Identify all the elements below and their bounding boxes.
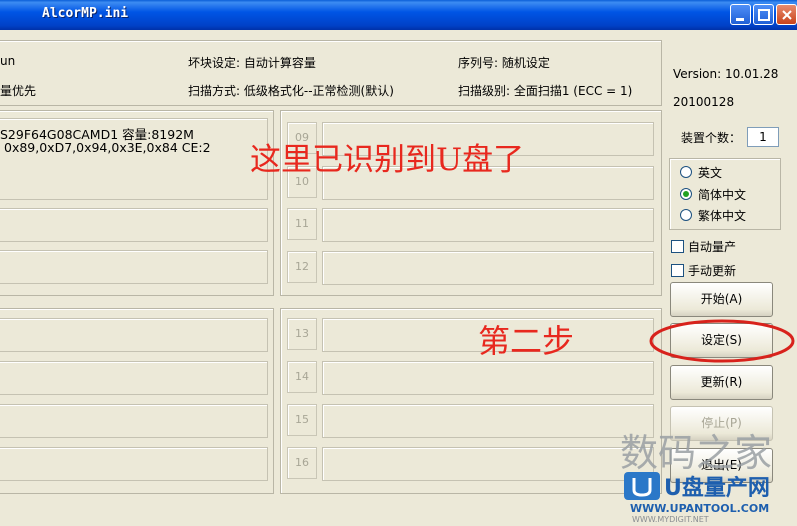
- radio-traditional-chinese[interactable]: [680, 209, 692, 221]
- port-14-field: [322, 361, 654, 395]
- scan-method: 扫描方式: 低级格式化--正常检测(默认): [188, 84, 394, 98]
- update-button[interactable]: 更新(R): [670, 365, 773, 400]
- close-icon: [782, 10, 792, 20]
- manual-update-label: 手动更新: [688, 264, 737, 278]
- serial-setting: 序列号: 随机设定: [458, 56, 550, 70]
- minimize-button[interactable]: [730, 4, 751, 25]
- port-16-field: [322, 447, 654, 481]
- version-date: 20100128: [673, 95, 735, 109]
- slot-3-field: [0, 250, 268, 284]
- window-title: AlcorMP.ini: [42, 6, 129, 21]
- slot-5-field: [0, 318, 268, 352]
- port-button-12[interactable]: 12: [287, 251, 317, 283]
- scan-level: 扫描级别: 全面扫描1 (ECC = 1): [458, 84, 633, 98]
- lang-simplified-label: 简体中文: [698, 188, 747, 202]
- port-11-field: [322, 208, 654, 242]
- info-left-bottom: 量优先: [0, 84, 37, 98]
- port-button-13[interactable]: 13: [287, 318, 317, 350]
- maximize-button[interactable]: [753, 4, 774, 25]
- close-button[interactable]: [776, 4, 797, 25]
- highlight-ellipse: [649, 319, 795, 363]
- device-count-label: 装置个数：: [681, 131, 742, 145]
- watermark-chinese: 数码之家: [620, 431, 773, 475]
- lang-english-label: 英文: [698, 166, 723, 180]
- slot-6-field: [0, 361, 268, 395]
- auto-production-checkbox[interactable]: [671, 240, 684, 253]
- port-15-field: [322, 404, 654, 438]
- auto-production-label: 自动量产: [688, 240, 737, 254]
- port-button-14[interactable]: 14: [287, 361, 317, 393]
- title-bar: AlcorMP.ini: [0, 0, 797, 30]
- watermark-url-2: WWW.MYDIGIT.NET: [632, 515, 709, 524]
- info-left-top: un: [0, 54, 16, 68]
- device-count-field[interactable]: 1: [747, 127, 779, 147]
- port-button-16[interactable]: 16: [287, 447, 317, 479]
- slot-8-field: [0, 447, 268, 481]
- slot-7-field: [0, 404, 268, 438]
- watermark-logo-icon: [624, 472, 660, 500]
- bad-block-setting: 坏块设定: 自动计算容量: [188, 56, 316, 70]
- slot-2-field: [0, 208, 268, 242]
- port-button-11[interactable]: 11: [287, 208, 317, 240]
- slot-1-flash-bytes: 0x89,0xD7,0x94,0x3E,0x84 CE:2: [4, 140, 211, 155]
- radio-english[interactable]: [680, 166, 692, 178]
- maximize-icon: [758, 9, 770, 21]
- manual-update-checkbox[interactable]: [671, 264, 684, 277]
- port-button-15[interactable]: 15: [287, 404, 317, 436]
- watermark-url: WWW.UPANTOOL.COM: [630, 502, 770, 515]
- lang-traditional-label: 繁体中文: [698, 209, 747, 223]
- port-12-field: [322, 251, 654, 285]
- start-button[interactable]: 开始(A): [670, 282, 773, 317]
- version-label: Version: 10.01.28: [673, 67, 779, 81]
- recognized-annotation: 这里已识别到U盘了: [250, 142, 525, 178]
- step-two-annotation: 第二步: [478, 322, 575, 360]
- minimize-icon: [736, 18, 744, 21]
- watermark-brand: U盘量产网: [664, 476, 770, 501]
- radio-simplified-chinese[interactable]: [680, 188, 692, 200]
